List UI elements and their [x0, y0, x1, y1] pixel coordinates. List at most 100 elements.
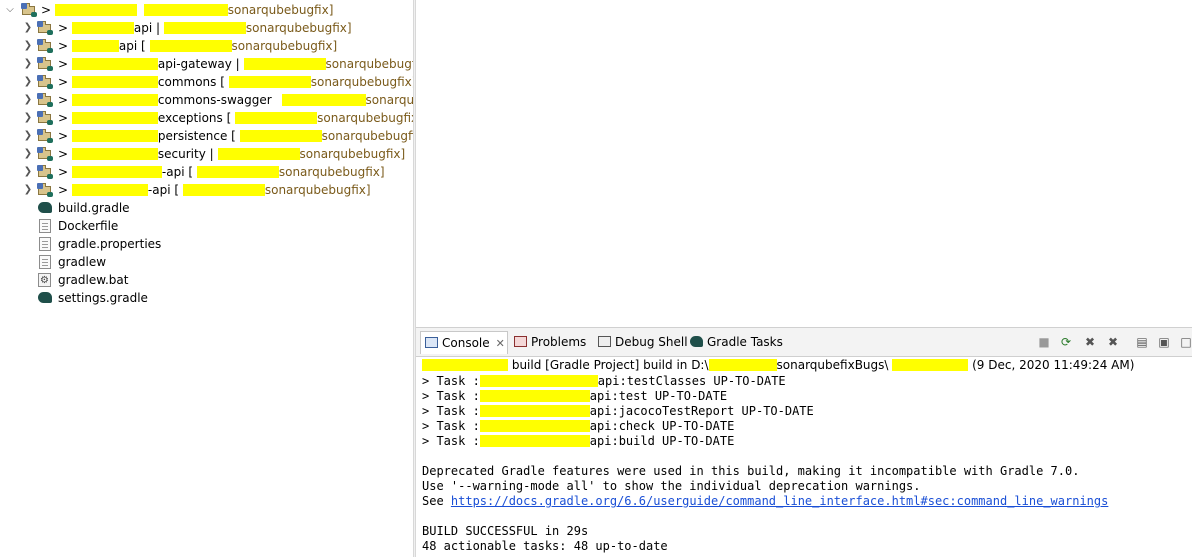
redaction: [217, 148, 300, 160]
project-explorer: ⌵ > sonarqubebugfix] ❯ > api | sonarqube…: [0, 0, 413, 557]
pin-console-icon[interactable]: ▣: [1156, 334, 1172, 350]
tree-item-prefix: >: [58, 75, 69, 89]
tree-item-decoration: sonarqubebugfix]: [245, 21, 352, 35]
tab-problems[interactable]: Problems: [514, 331, 586, 354]
redaction: [71, 184, 148, 196]
console-process-path: sonarqubefixBugs\: [776, 358, 889, 372]
redaction: [708, 359, 777, 371]
gradle-project-icon: [37, 75, 53, 89]
redaction: [71, 130, 158, 142]
console-line: > Task : api:jacocoTestReport UP-TO-DATE: [422, 404, 814, 418]
redaction: [479, 390, 590, 402]
tab-debug-shell[interactable]: Debug Shell: [598, 331, 688, 354]
debug-shell-icon: [598, 336, 611, 347]
chevron-right-icon[interactable]: ❯: [22, 73, 34, 91]
redaction: [71, 148, 158, 160]
tree-item-prefix: >: [58, 183, 69, 197]
redaction: [892, 359, 969, 371]
redaction: [71, 94, 158, 106]
tree-item-prefix: >: [58, 147, 69, 161]
editor-area: [416, 0, 1192, 326]
console-line: > Task : api:testClasses UP-TO-DATE: [422, 374, 786, 388]
chevron-down-icon[interactable]: ⌵: [4, 1, 16, 19]
tree-item-prefix: >: [58, 129, 69, 143]
redaction: [239, 130, 322, 142]
tree-item-label: gradlew: [58, 255, 107, 269]
rerun-icon[interactable]: ⟳: [1058, 334, 1074, 350]
gradle-project-icon: [37, 147, 53, 161]
tab-label: Gradle Tasks: [707, 335, 783, 349]
text-file-icon: [39, 255, 51, 269]
gradle-elephant-icon: [690, 336, 703, 347]
text-file-icon: [39, 219, 51, 233]
redaction: [71, 22, 134, 34]
tree-item-label: api |: [133, 21, 161, 35]
view-tab-bar: Console ✕ Problems Debug Shell Gradle Tas…: [416, 328, 1192, 357]
gradle-elephant-icon: [38, 202, 52, 213]
console-line: Use '--warning-mode all' to show the ind…: [422, 479, 921, 493]
scroll-lock-icon[interactable]: ▤: [1134, 334, 1150, 350]
console-process-timestamp: (9 Dec, 2020 11:49:24 AM): [972, 358, 1135, 372]
tab-label: Debug Shell: [615, 335, 688, 349]
console-process-header: build [Gradle Project] build in D:\ sonar…: [416, 357, 1192, 373]
redaction: [228, 76, 311, 88]
chevron-right-icon[interactable]: ❯: [22, 145, 34, 163]
chevron-right-icon[interactable]: ❯: [22, 55, 34, 73]
tree-item-label: api [: [118, 39, 146, 53]
tree-item-decoration: sonarqubebugfix]: [299, 147, 406, 161]
tab-console[interactable]: Console ✕: [420, 331, 508, 354]
tree-root-decoration: sonarqubebugfix]: [227, 3, 334, 17]
remove-all-terminated-icon[interactable]: ✖: [1105, 334, 1121, 350]
chevron-right-icon[interactable]: ❯: [22, 163, 34, 181]
tree-item-label: -api [: [161, 165, 194, 179]
tree-item-decoration: sonarqubebugfix]: [278, 165, 385, 179]
console-line: > Task : api:build UP-TO-DATE: [422, 434, 735, 448]
redaction: [235, 112, 318, 124]
problems-icon: [514, 336, 527, 347]
gradle-elephant-icon: [38, 292, 52, 303]
tree-item-label: api-gateway |: [157, 57, 240, 71]
tree-item-prefix: >: [58, 21, 69, 35]
tree-item-label: Dockerfile: [58, 219, 119, 233]
tree-item-label: settings.gradle: [58, 291, 148, 305]
tree-item-label: security |: [157, 147, 214, 161]
terminate-icon[interactable]: ■: [1036, 334, 1052, 350]
gradle-project-icon: [37, 57, 53, 71]
tree-item-prefix: >: [58, 111, 69, 125]
tab-gradle-tasks[interactable]: Gradle Tasks: [690, 331, 783, 354]
redaction: [182, 184, 265, 196]
gradle-project-icon: [37, 21, 53, 35]
tree-item-decoration: sonarqubebugfix]: [321, 129, 413, 143]
gradle-project-icon: [37, 111, 53, 125]
console-output[interactable]: > Task : api:testClasses UP-TO-DATE > Task…: [422, 374, 1192, 554]
redaction: [479, 420, 590, 432]
tree-item-prefix: >: [58, 93, 69, 107]
console-task-summary: 48 actionable tasks: 48 up-to-date: [422, 539, 668, 553]
console-line: Deprecated Gradle features were used in …: [422, 464, 1080, 478]
chevron-right-icon[interactable]: ❯: [22, 181, 34, 199]
redaction: [479, 375, 598, 387]
remove-launch-icon[interactable]: ✖: [1082, 334, 1098, 350]
redaction: [143, 4, 228, 16]
chevron-right-icon[interactable]: ❯: [22, 19, 34, 37]
chevron-right-icon[interactable]: ❯: [22, 127, 34, 145]
redaction: [196, 166, 279, 178]
chevron-right-icon[interactable]: ❯: [22, 37, 34, 55]
redaction: [243, 58, 326, 70]
batch-file-icon: [38, 272, 51, 290]
tree-item-decoration: sonarqubel: [365, 93, 413, 107]
redaction: [479, 405, 590, 417]
console-icon: [425, 337, 438, 348]
console-build-result: BUILD SUCCESSFUL in 29s: [422, 524, 589, 538]
chevron-right-icon[interactable]: ❯: [22, 91, 34, 109]
documentation-link[interactable]: https://docs.gradle.org/6.6/userguide/co…: [451, 494, 1108, 508]
display-console-icon[interactable]: □: [1178, 334, 1192, 350]
console-line: > Task : api:test UP-TO-DATE: [422, 389, 728, 403]
redaction: [71, 58, 158, 70]
tree-item-label: commons [: [157, 75, 225, 89]
close-icon[interactable]: ✕: [496, 337, 505, 350]
console-line: > Task : api:check UP-TO-DATE: [422, 419, 735, 433]
tree-item-prefix: >: [58, 57, 69, 71]
gradle-project-icon: [37, 165, 53, 179]
chevron-right-icon[interactable]: ❯: [22, 109, 34, 127]
